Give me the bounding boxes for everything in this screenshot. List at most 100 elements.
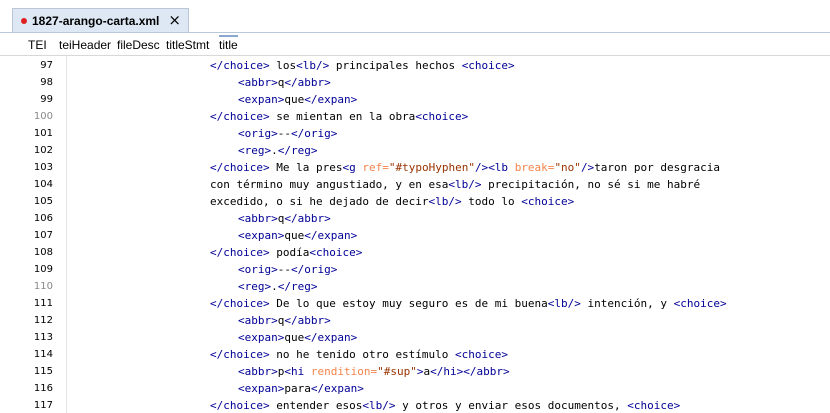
code-line[interactable]: 103 </choice> Me la pres<g ref="#typoHyph… bbox=[0, 159, 830, 176]
xml-text: excedido, o si he dejado de decir bbox=[210, 195, 429, 208]
xml-attribute-name: ref= bbox=[362, 161, 389, 174]
code-content[interactable]: <abbr>p<hi rendition="#sup">a</hi></abbr… bbox=[238, 363, 510, 380]
code-line[interactable]: 116 <expan>para</expan> bbox=[0, 380, 830, 397]
xml-text: que bbox=[284, 331, 305, 344]
file-tab[interactable]: 1827-arango-carta.xml × bbox=[12, 8, 189, 32]
xml-text: principales hechos bbox=[329, 59, 462, 72]
code-line[interactable]: 112 <abbr>q</abbr> bbox=[0, 312, 830, 329]
xml-tag: <choice> bbox=[673, 297, 727, 310]
code-content[interactable]: <abbr>q</abbr> bbox=[238, 210, 331, 227]
code-line[interactable]: 115 <abbr>p<hi rendition="#sup">a</hi></a… bbox=[0, 363, 830, 380]
xml-text: que bbox=[284, 93, 305, 106]
xml-text: no he tenido otro estímulo bbox=[269, 348, 456, 361]
xml-tag: <abbr> bbox=[238, 314, 278, 327]
breadcrumb-item-teiheader[interactable]: teiHeader bbox=[59, 38, 111, 52]
line-number: 105 bbox=[33, 196, 53, 207]
code-line[interactable]: 104 con término muy angustiado, y en esa<… bbox=[0, 176, 830, 193]
code-content[interactable]: con término muy angustiado, y en esa<lb/… bbox=[210, 176, 700, 193]
xml-tag: </expan> bbox=[304, 331, 358, 344]
code-line[interactable]: 106 <abbr>q</abbr> bbox=[0, 210, 830, 227]
code-content[interactable]: <orig>--</orig> bbox=[238, 261, 337, 278]
code-content[interactable]: <expan>que</expan> bbox=[238, 91, 357, 108]
code-content[interactable]: </choice> los<lb/> principales hechos <c… bbox=[210, 57, 515, 74]
code-line[interactable]: 98 <abbr>q</abbr> bbox=[0, 74, 830, 91]
code-content[interactable]: </choice> Me la pres<g ref="#typoHyphen"… bbox=[210, 159, 720, 176]
xml-tag: <lb/> bbox=[362, 399, 396, 412]
xml-attribute-value: "#typoHyphen" bbox=[388, 161, 475, 174]
line-number: 108 bbox=[33, 247, 53, 258]
xml-text: con término muy angustiado, y en esa bbox=[210, 178, 449, 191]
code-line[interactable]: 101 <orig>--</orig> bbox=[0, 125, 830, 142]
code-line[interactable]: 109 <orig>--</orig> bbox=[0, 261, 830, 278]
code-content[interactable]: </choice> entender esos<lb/> y otros y e… bbox=[210, 397, 680, 413]
breadcrumb-item-titlestmt[interactable]: titleStmt bbox=[166, 38, 209, 52]
code-content[interactable]: <abbr>q</abbr> bbox=[238, 74, 331, 91]
code-content[interactable]: <expan>que</expan> bbox=[238, 227, 357, 244]
code-content[interactable]: </choice> no he tenido otro estímulo <ch… bbox=[210, 346, 508, 363]
xml-text: entender esos bbox=[269, 399, 363, 412]
xml-text: se mientan en la obra bbox=[269, 110, 416, 123]
breadcrumb-item-tei[interactable]: TEI bbox=[28, 38, 47, 52]
xml-tag: <expan> bbox=[238, 229, 285, 242]
code-content[interactable]: <reg>.</reg> bbox=[238, 278, 318, 295]
xml-tag: </reg> bbox=[277, 144, 318, 157]
xml-tag: <lb/> bbox=[448, 178, 482, 191]
line-number: 115 bbox=[33, 366, 53, 377]
line-number: 97 bbox=[40, 60, 53, 71]
code-content[interactable]: <expan>para</expan> bbox=[238, 380, 364, 397]
code-line[interactable]: 110 <reg>.</reg> bbox=[0, 278, 830, 295]
xml-text: podía bbox=[269, 246, 310, 259]
breadcrumb-item-filedesc[interactable]: fileDesc bbox=[117, 38, 160, 52]
line-number: 102 bbox=[33, 145, 53, 156]
xml-tag: </choice> bbox=[210, 246, 270, 259]
code-line[interactable]: 114 </choice> no he tenido otro estímulo … bbox=[0, 346, 830, 363]
code-content[interactable]: <expan>que</expan> bbox=[238, 329, 357, 346]
line-number: 106 bbox=[33, 213, 53, 224]
code-line[interactable]: 107 <expan>que</expan> bbox=[0, 227, 830, 244]
xml-text: los bbox=[269, 59, 297, 72]
xml-tag: </choice> bbox=[210, 297, 270, 310]
xml-tag: <reg> bbox=[238, 280, 272, 293]
xml-tag: <lb bbox=[488, 161, 515, 174]
xml-tag: /> bbox=[580, 161, 595, 174]
line-number: 101 bbox=[33, 128, 53, 139]
xml-text: intención, y bbox=[580, 297, 674, 310]
code-content[interactable]: <reg>.</reg> bbox=[238, 142, 318, 159]
xml-tag: <expan> bbox=[238, 331, 285, 344]
code-content[interactable]: </choice> De lo que estoy muy seguro es … bbox=[210, 295, 727, 312]
xml-tag: </expan> bbox=[304, 93, 358, 106]
xml-tag: <expan> bbox=[238, 382, 285, 395]
code-line[interactable]: 108 </choice> podía<choice> bbox=[0, 244, 830, 261]
code-line[interactable]: 111 </choice> De lo que estoy muy seguro … bbox=[0, 295, 830, 312]
modified-indicator-icon bbox=[21, 17, 27, 24]
code-line[interactable]: 97 </choice> los<lb/> principales hechos … bbox=[0, 57, 830, 74]
xml-tag: <abbr> bbox=[238, 212, 278, 225]
code-content[interactable]: <orig>--</orig> bbox=[238, 125, 337, 142]
xml-text: Me la pres bbox=[269, 161, 343, 174]
xml-text-editor[interactable]: 97 </choice> los<lb/> principales hechos … bbox=[0, 56, 830, 413]
xml-tag: <choice> bbox=[521, 195, 575, 208]
xml-text: para bbox=[284, 382, 311, 395]
code-content[interactable]: </choice> podía<choice> bbox=[210, 244, 362, 261]
xml-tag: </choice> bbox=[210, 399, 270, 412]
breadcrumb-item-title[interactable]: title bbox=[219, 35, 238, 52]
xml-text: . bbox=[271, 280, 278, 293]
xml-tag: </abbr> bbox=[284, 76, 331, 89]
xml-tag: </choice> bbox=[210, 110, 270, 123]
xml-tag: </choice> bbox=[210, 348, 270, 361]
file-tab-title: 1827-arango-carta.xml bbox=[32, 13, 160, 28]
xml-attribute-value: "#sup" bbox=[377, 365, 417, 378]
code-content[interactable]: <abbr>q</abbr> bbox=[238, 312, 331, 329]
xml-tag: </abbr> bbox=[463, 365, 510, 378]
code-line[interactable]: 102 <reg>.</reg> bbox=[0, 142, 830, 159]
xml-text: y otros y enviar esos documentos, bbox=[395, 399, 628, 412]
xml-tag: <lb/> bbox=[428, 195, 462, 208]
code-line[interactable]: 117 </choice> entender esos<lb/> y otros … bbox=[0, 397, 830, 413]
code-content[interactable]: excedido, o si he dejado de decir<lb/> t… bbox=[210, 193, 574, 210]
code-line[interactable]: 113 <expan>que</expan> bbox=[0, 329, 830, 346]
close-tab-icon[interactable]: × bbox=[168, 11, 181, 29]
code-line[interactable]: 99 <expan>que</expan> bbox=[0, 91, 830, 108]
code-content[interactable]: </choice> se mientan en la obra<choice> bbox=[210, 108, 468, 125]
code-line[interactable]: 100 </choice> se mientan en la obra<choic… bbox=[0, 108, 830, 125]
code-line[interactable]: 105 excedido, o si he dejado de decir<lb/… bbox=[0, 193, 830, 210]
